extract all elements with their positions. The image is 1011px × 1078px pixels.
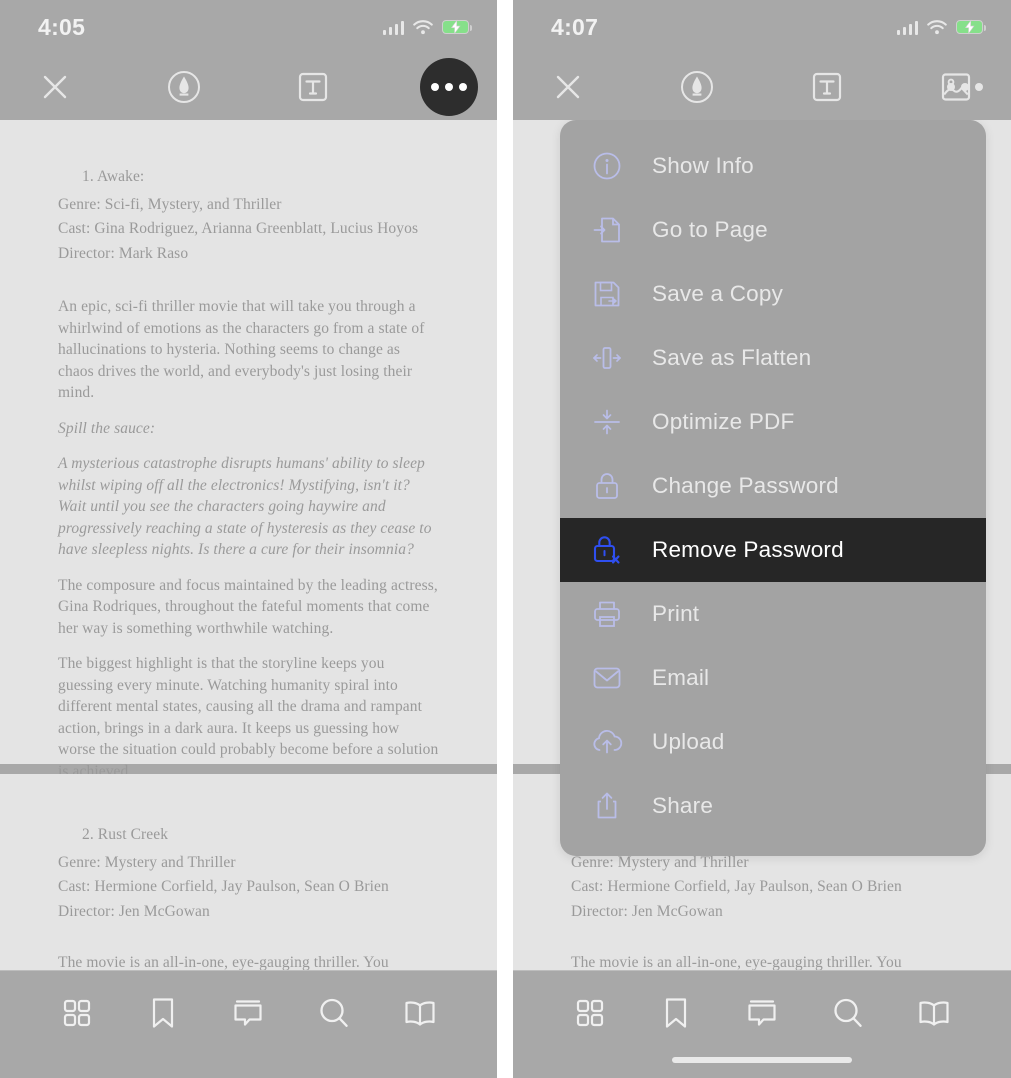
- read-mode-button[interactable]: [914, 993, 954, 1033]
- more-options-button[interactable]: [947, 83, 983, 91]
- top-toolbar-left: [0, 54, 497, 120]
- bookmarks-button[interactable]: [143, 993, 183, 1033]
- info-circle-icon: [584, 149, 630, 183]
- search-button[interactable]: [314, 993, 354, 1033]
- pdf-page-1: 1. Awake: Genre: Sci-fi, Mystery, and Th…: [0, 120, 497, 828]
- page2-director: Director: Jen McGowan: [58, 902, 210, 920]
- page1-cast: Cast: Gina Rodriguez, Arianna Greenblatt…: [58, 220, 419, 237]
- read-mode-button[interactable]: [400, 993, 440, 1033]
- floppy-disk-icon: [584, 277, 630, 311]
- text-tool-button[interactable]: [292, 66, 334, 108]
- bottom-toolbar-left: [0, 970, 497, 1078]
- status-bar-left: 4:05: [0, 0, 497, 54]
- menu-item-label: Save as Flatten: [652, 345, 812, 370]
- menu-item-print[interactable]: Print: [560, 582, 986, 646]
- thumbnails-button[interactable]: [570, 993, 610, 1033]
- page1-director: Director: Mark Raso: [58, 244, 189, 262]
- lock-remove-icon: [584, 533, 630, 567]
- left-phone-screen: 4:05 1. Awake: Genre: Sci-fi, Mystery, a…: [0, 0, 497, 1078]
- status-icons: [896, 19, 987, 35]
- menu-item-label: Share: [652, 793, 714, 818]
- screenshot-root: 4:05 1. Awake: Genre: Sci-fi, Mystery, a…: [0, 0, 1011, 1078]
- page1-spill-heading: Spill the sauce:: [58, 419, 156, 437]
- page2-genre: Genre: Mystery and Thriller: [58, 853, 236, 871]
- ellipsis-dot: [975, 83, 983, 91]
- ellipsis-dot: [445, 83, 453, 91]
- page2-title: 2. Rust Creek: [82, 826, 169, 843]
- ellipsis-dot: [459, 83, 467, 91]
- page2-cast: Cast: Hermione Corfield, Jay Paulson, Se…: [58, 878, 389, 895]
- page1-spill-body: A mysterious catastrophe disrupts humans…: [58, 455, 432, 558]
- text-tool-button[interactable]: [806, 66, 848, 108]
- menu-item-label: Upload: [652, 729, 725, 754]
- menu-item-label: Remove Password: [652, 537, 844, 562]
- envelope-icon: [584, 661, 630, 695]
- ellipsis-dot: [961, 83, 969, 91]
- bottom-toolbar-right: [513, 970, 1011, 1078]
- menu-panel: Show Info Go to Page Save a Copy Save as…: [560, 120, 986, 856]
- lock-icon: [584, 469, 630, 503]
- document-viewer-right[interactable]: 1. Awake: Genre: Sci-fi, Mystery, and Th…: [513, 120, 1011, 1078]
- thumbnails-button[interactable]: [57, 993, 97, 1033]
- page1-title: 1. Awake:: [82, 168, 145, 185]
- ellipsis-dot: [431, 83, 439, 91]
- flatten-icon: [584, 341, 630, 375]
- menu-item-remove-password[interactable]: Remove Password: [560, 518, 986, 582]
- menu-item-label: Optimize PDF: [652, 409, 795, 434]
- cellular-signal-icon: [896, 20, 918, 35]
- close-button[interactable]: [547, 66, 589, 108]
- menu-item-label: Go to Page: [652, 217, 768, 242]
- menu-item-label: Show Info: [652, 153, 754, 178]
- page1-genre: Genre: Sci-fi, Mystery, and Thriller: [58, 195, 282, 213]
- top-toolbar-right: [513, 54, 1011, 120]
- page2-cast: Cast: Hermione Corfield, Jay Paulson, Se…: [571, 878, 902, 895]
- page1-paragraph-2: The composure and focus maintained by th…: [58, 576, 438, 637]
- battery-charging-icon: [956, 19, 987, 35]
- menu-item-optimize-pdf[interactable]: Optimize PDF: [560, 390, 986, 454]
- search-button[interactable]: [828, 993, 868, 1033]
- markup-pen-button[interactable]: [676, 66, 718, 108]
- ellipsis-dot: [947, 83, 955, 91]
- annotations-button[interactable]: [228, 993, 268, 1033]
- menu-item-save-a-copy[interactable]: Save a Copy: [560, 262, 986, 326]
- menu-item-show-info[interactable]: Show Info: [560, 134, 986, 198]
- document-viewer-left[interactable]: 1. Awake: Genre: Sci-fi, Mystery, and Th…: [0, 120, 497, 1078]
- wifi-icon: [413, 19, 433, 35]
- menu-item-label: Email: [652, 665, 710, 690]
- close-button[interactable]: [34, 66, 76, 108]
- menu-item-go-to-page[interactable]: Go to Page: [560, 198, 986, 262]
- status-time: 4:07: [551, 13, 599, 40]
- printer-icon: [584, 597, 630, 631]
- home-indicator: [672, 1057, 852, 1063]
- go-to-page-icon: [584, 213, 630, 247]
- compress-icon: [584, 405, 630, 439]
- menu-item-share[interactable]: Share: [560, 774, 986, 838]
- bookmarks-button[interactable]: [656, 993, 696, 1033]
- menu-item-label: Change Password: [652, 473, 839, 498]
- right-phone-screen: 4:07 Genre: Mystery and Thriller Cast: H…: [513, 0, 1011, 1078]
- menu-item-label: Save a Copy: [652, 281, 784, 306]
- annotations-button[interactable]: [742, 993, 782, 1033]
- status-bar-right: 4:07: [513, 0, 1011, 54]
- cellular-signal-icon: [382, 20, 404, 35]
- menu-item-label: Print: [652, 601, 700, 626]
- page1-paragraph-1: An epic, sci-fi thriller movie that will…: [58, 298, 425, 401]
- page2-director: Director: Jen McGowan: [571, 902, 723, 920]
- wifi-icon: [927, 19, 947, 35]
- battery-charging-icon: [442, 19, 473, 35]
- menu-item-email[interactable]: Email: [560, 646, 986, 710]
- screen-gap: [497, 0, 513, 1078]
- menu-pointer-arrow: [934, 120, 972, 121]
- menu-item-save-as-flatten[interactable]: Save as Flatten: [560, 326, 986, 390]
- more-options-menu: Show Info Go to Page Save a Copy Save as…: [560, 120, 986, 856]
- menu-item-change-password[interactable]: Change Password: [560, 454, 986, 518]
- more-options-button[interactable]: [420, 58, 478, 116]
- status-icons: [382, 19, 473, 35]
- cloud-upload-icon: [584, 725, 630, 759]
- markup-pen-button[interactable]: [163, 66, 205, 108]
- page1-paragraph-3: The biggest highlight is that the storyl…: [58, 655, 439, 780]
- share-icon: [584, 789, 630, 823]
- menu-item-upload[interactable]: Upload: [560, 710, 986, 774]
- status-time: 4:05: [38, 13, 86, 40]
